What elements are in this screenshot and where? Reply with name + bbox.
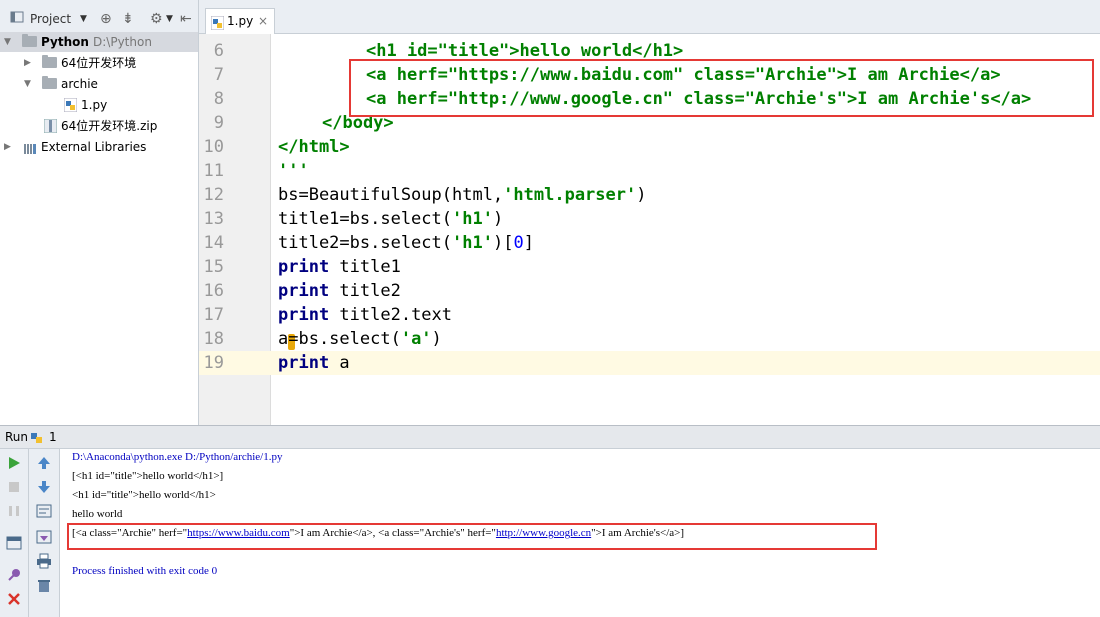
line-number: 10 <box>203 137 224 157</box>
scroll-from-source-icon[interactable]: ⊕ <box>100 10 112 28</box>
code-line-11: ''' <box>278 161 309 181</box>
line-number: 16 <box>203 281 224 301</box>
tree-item-label: 64位开发环境.zip <box>61 119 158 133</box>
layout-icon[interactable] <box>6 535 22 551</box>
code-line-14: title2=bs.select('h1')[0] <box>278 233 534 253</box>
line-number: 6 <box>213 41 224 61</box>
run-config-label[interactable]: 1 <box>49 426 57 448</box>
tab-1py[interactable]: 1.py × <box>205 8 275 34</box>
run-panel-header: Run 1 <box>0 425 1100 449</box>
chevron-down-icon[interactable]: ▼ <box>80 10 87 28</box>
code-line-15: print title1 <box>278 257 401 277</box>
soft-wrap-icon[interactable] <box>36 503 52 519</box>
line-number: 11 <box>203 161 224 181</box>
expanded-triangle-icon[interactable]: ▼ <box>4 32 11 52</box>
tree-item-64bit-env[interactable]: ▶ 64位开发环境 <box>0 53 198 73</box>
expanded-triangle-icon[interactable]: ▼ <box>24 74 31 94</box>
project-toolbar: Project ▼ ⊕ ⇟ ⚙ ▼ ⇤ <box>0 0 199 34</box>
tree-item-label: 1.py <box>81 98 108 112</box>
code-line-18: a=bs.select('a') <box>278 329 442 349</box>
line-number: 18 <box>203 329 224 349</box>
tree-item-label: 64位开发环境 <box>61 56 137 70</box>
tree-item-zip[interactable]: 64位开发环境.zip <box>0 116 198 136</box>
tree-item-path: D:\Python <box>93 35 152 49</box>
tree-item-label: Python <box>41 35 89 49</box>
zip-file-icon <box>43 118 58 134</box>
tree-item-python-root[interactable]: ▼ Python D:\Python <box>0 32 198 52</box>
python-file-icon <box>63 97 78 113</box>
line-number: 12 <box>203 185 224 205</box>
gear-icon[interactable]: ⚙ <box>150 10 163 28</box>
tab-label: 1.py <box>227 14 254 28</box>
collapsed-triangle-icon[interactable]: ▶ <box>4 137 11 157</box>
trash-icon[interactable] <box>36 577 52 593</box>
gear-menu-chevron-icon[interactable]: ▼ <box>166 10 173 28</box>
close-icon[interactable] <box>6 591 22 607</box>
line-number: 15 <box>203 257 224 277</box>
editor-highlight-box <box>349 59 1094 117</box>
project-view-icon <box>10 10 24 28</box>
code-line-13: title1=bs.select('h1') <box>278 209 504 229</box>
editor-tab-bar <box>199 0 1100 34</box>
line-number: 17 <box>203 305 224 325</box>
run-toolbar-left <box>0 449 29 617</box>
line-number: 19 <box>203 353 224 373</box>
stop-icon[interactable] <box>6 479 22 495</box>
folder-icon <box>22 34 37 47</box>
console-line: D:\Anaconda\python.exe D:/Python/archie/… <box>72 451 283 463</box>
library-icon <box>23 141 37 154</box>
line-number: 9 <box>213 113 224 133</box>
close-icon[interactable]: × <box>258 9 268 33</box>
up-arrow-icon[interactable] <box>36 455 52 471</box>
rerun-icon[interactable] <box>6 455 22 471</box>
code-line-19: print a <box>278 353 350 373</box>
tree-item-archie[interactable]: ▼ archie <box>0 74 198 94</box>
collapsed-triangle-icon[interactable]: ▶ <box>24 53 31 73</box>
folder-icon <box>42 55 57 68</box>
run-panel-title[interactable]: Run <box>5 426 28 448</box>
scroll-to-end-icon[interactable] <box>36 529 52 545</box>
line-number: 14 <box>203 233 224 253</box>
tree-item-1py[interactable]: 1.py <box>0 95 198 115</box>
console-line-exit: Process finished with exit code 0 <box>72 565 218 577</box>
collapse-all-icon[interactable]: ⇟ <box>122 10 134 28</box>
line-number: 13 <box>203 209 224 229</box>
run-toolbar-right <box>29 449 60 617</box>
pause-icon[interactable] <box>6 503 22 519</box>
console-highlight-box <box>67 523 877 550</box>
line-number: 7 <box>213 65 224 85</box>
project-view-label[interactable]: Project <box>30 10 71 28</box>
console-line: hello world <box>72 508 123 520</box>
tree-item-label: archie <box>61 77 98 91</box>
print-icon[interactable] <box>36 553 52 569</box>
folder-icon <box>42 76 57 89</box>
tree-item-label: External Libraries <box>41 140 147 154</box>
code-line-16: print title2 <box>278 281 401 301</box>
line-number: 8 <box>213 89 224 109</box>
down-arrow-icon[interactable] <box>36 479 52 495</box>
code-line-10: </html> <box>278 137 350 157</box>
pin-icon[interactable] <box>6 567 22 583</box>
tree-item-external-libraries[interactable]: ▶ External Libraries <box>0 137 198 157</box>
code-line-17: print title2.text <box>278 305 453 325</box>
console-line: [<h1 id="title">hello world</h1>] <box>72 470 224 482</box>
code-line-12: bs=BeautifulSoup(html,'html.parser') <box>278 185 647 205</box>
console-line: <h1 id="title">hello world</h1> <box>72 489 216 501</box>
hide-panel-icon[interactable]: ⇤ <box>180 10 192 28</box>
